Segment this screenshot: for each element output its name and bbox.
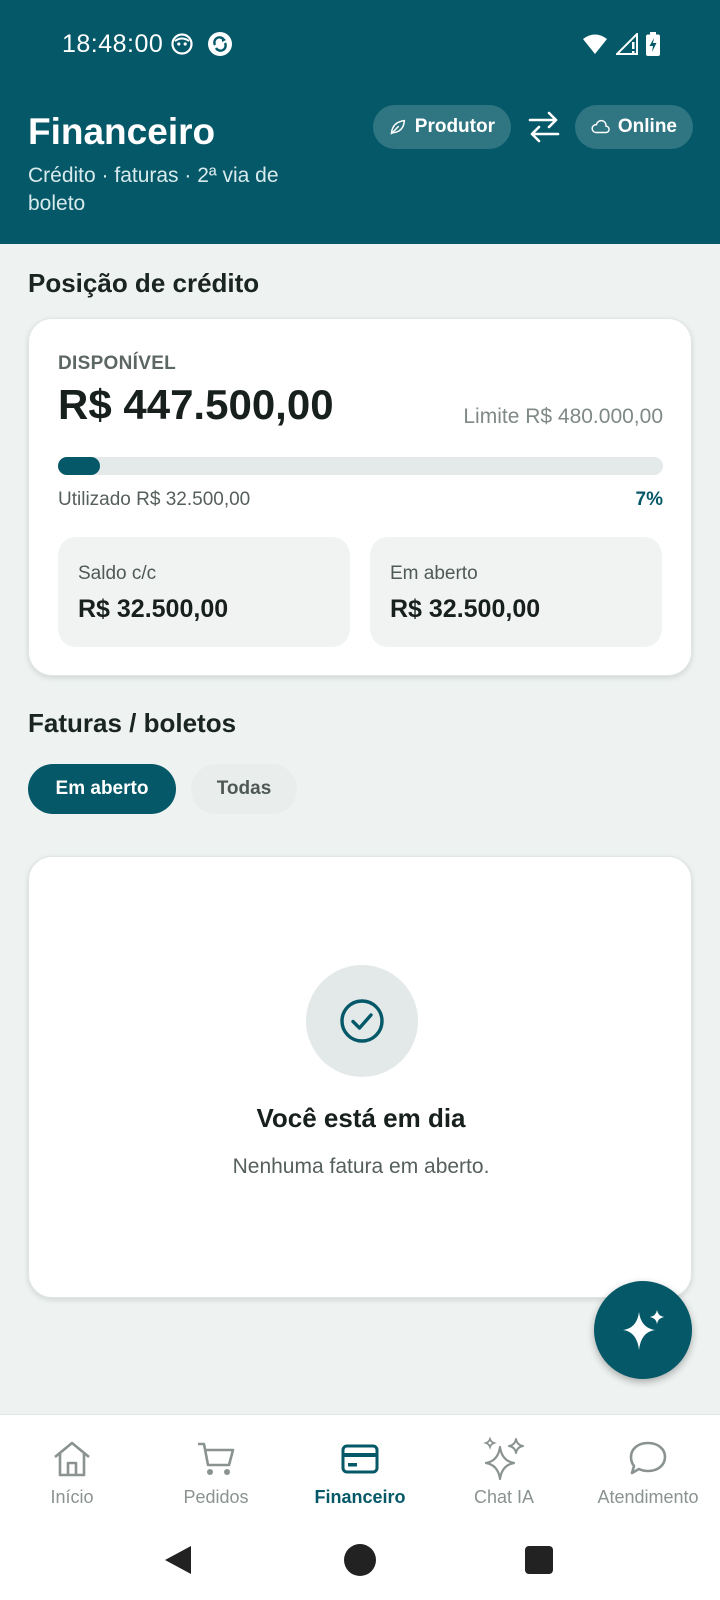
- nav-label-financeiro: Financeiro: [314, 1487, 406, 1507]
- nav-label-inicio: Início: [50, 1487, 94, 1507]
- used-percent: 7%: [635, 489, 663, 510]
- empty-state-title: Você está em dia: [256, 1103, 466, 1133]
- wifi-icon: [583, 34, 607, 54]
- sparkles-icon: [623, 1310, 664, 1350]
- open-amount-value: R$ 32.500,00: [390, 595, 541, 623]
- balance-tile: Saldo c/c R$ 32.500,00: [58, 537, 350, 647]
- system-nav-bar: [0, 1520, 720, 1600]
- signal-icon: [616, 33, 638, 55]
- available-label: DISPONÍVEL: [58, 353, 177, 374]
- profile-pill-label: Produtor: [414, 116, 495, 137]
- leaf-icon: [390, 119, 406, 135]
- sparkles-icon: [483, 1437, 524, 1481]
- swap-arrows-icon[interactable]: [526, 108, 562, 146]
- robot-face-icon: [171, 33, 193, 55]
- nav-item-pedidos[interactable]: Pedidos: [144, 1415, 288, 1520]
- credit-card-icon: [341, 1444, 379, 1474]
- chat-bubble-icon: [629, 1441, 667, 1475]
- page-title: Financeiro: [28, 111, 216, 152]
- check-circle-icon: [340, 999, 384, 1043]
- status-time: 18:48:00: [62, 30, 164, 58]
- nav-item-financeiro[interactable]: Financeiro: [288, 1415, 432, 1520]
- back-icon[interactable]: [163, 1544, 193, 1576]
- balance-label: Saldo c/c: [78, 563, 157, 584]
- home-icon: [54, 1441, 90, 1477]
- battery-charging-icon: [646, 32, 660, 56]
- online-status-pill[interactable]: Online: [575, 105, 693, 149]
- empty-state-subtitle: Nenhuma fatura em aberto.: [232, 1155, 490, 1178]
- sync-icon: [208, 32, 232, 56]
- nav-label-atendimento: Atendimento: [597, 1487, 699, 1507]
- used-amount: Utilizado R$ 32.500,00: [58, 489, 251, 510]
- cloud-icon: [591, 119, 610, 134]
- filter-chip-open[interactable]: Em aberto: [28, 764, 176, 814]
- open-amount-tile: Em aberto R$ 32.500,00: [370, 537, 662, 647]
- empty-state-badge: [306, 965, 418, 1077]
- credit-section-title: Posição de crédito: [28, 268, 260, 298]
- credit-usage-fill: [58, 457, 101, 475]
- invoices-empty-state: Você está em dia Nenhuma fatura em abert…: [28, 856, 692, 1298]
- online-status-label: Online: [617, 116, 677, 137]
- nav-item-inicio[interactable]: Início: [0, 1415, 144, 1520]
- profile-pill-button[interactable]: Produtor: [373, 105, 511, 149]
- filter-chip-all[interactable]: Todas: [191, 764, 297, 814]
- credit-card: DISPONÍVEL R$ 447.500,00 Limite R$ 480.0…: [28, 318, 692, 676]
- balance-value: R$ 32.500,00: [78, 595, 229, 623]
- page-subtitle: Crédito · faturas · 2ª via de boleto: [28, 164, 279, 215]
- invoices-section-title: Faturas / boletos: [28, 708, 237, 738]
- recent-apps-icon[interactable]: [525, 1546, 553, 1574]
- credit-usage-bar: [58, 457, 663, 475]
- app-header: 18:48:00 Financeiro Crédito · faturas · …: [0, 0, 720, 244]
- nav-item-chat-ia[interactable]: Chat IA: [432, 1415, 576, 1520]
- credit-limit: Limite R$ 480.000,00: [463, 405, 663, 428]
- bottom-nav: Início Pedidos Financeiro Chat IA Atendi…: [0, 1414, 720, 1520]
- nav-label-pedidos: Pedidos: [183, 1487, 249, 1507]
- open-amount-label: Em aberto: [390, 563, 478, 584]
- available-value: R$ 447.500,00: [58, 381, 334, 428]
- ai-assistant-fab[interactable]: [594, 1281, 692, 1379]
- nav-item-atendimento[interactable]: Atendimento: [576, 1415, 720, 1520]
- home-button-icon[interactable]: [344, 1544, 376, 1576]
- cart-icon: [198, 1442, 235, 1475]
- status-icons: [582, 32, 660, 56]
- nav-label-chat-ia: Chat IA: [473, 1487, 535, 1507]
